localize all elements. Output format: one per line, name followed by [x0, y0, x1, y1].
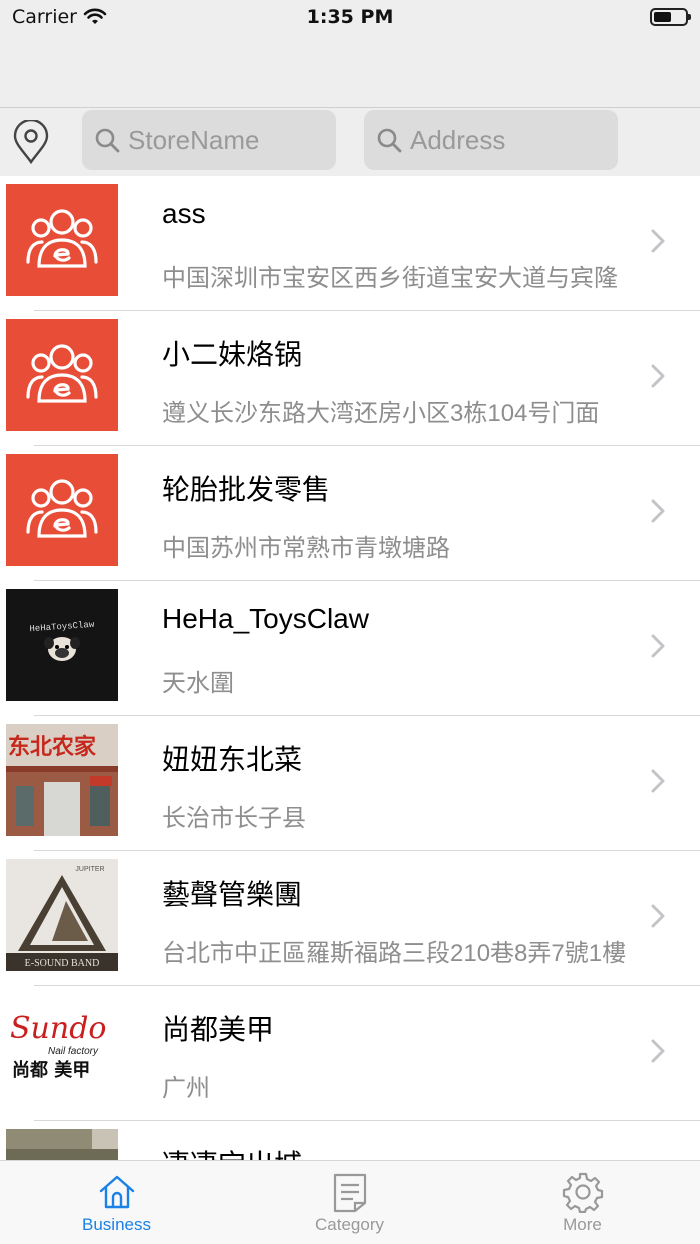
store-name: 凄凄宝出城: [162, 1143, 302, 1160]
list-item[interactable]: 小二妹烙锅 遵义长沙东路大湾还房小区3栋104号门面: [0, 311, 700, 446]
store-address: 中国苏州市常熟市青墩塘路: [162, 535, 450, 562]
store-name: 妞妞东北菜: [162, 744, 303, 775]
list-item[interactable]: 凄凄宝出城: [0, 1121, 700, 1160]
thumb-logo-text: Sundo: [10, 1011, 106, 1046]
thumb-chinese-text: 尚都 美甲: [12, 1059, 90, 1081]
store-photo: [6, 1129, 118, 1160]
list-item[interactable]: 轮胎批发零售 中国苏州市常熟市青墩塘路: [0, 446, 700, 581]
band-logo-image: JUPITER E-SOUND BAND: [6, 859, 118, 971]
store-address: 遵义长沙东路大湾还房小区3栋104号门面: [162, 400, 600, 427]
store-address: 中国深圳市宝安区西乡街道宝安大道与宾隆: [162, 265, 618, 292]
tab-more[interactable]: More: [466, 1161, 699, 1244]
store-name: 藝聲管樂團: [162, 879, 303, 910]
tab-label: Business: [82, 1215, 151, 1234]
chevron-right-icon: [651, 364, 665, 388]
tab-bar: Business Category More: [0, 1160, 700, 1244]
store-name: 尚都美甲: [162, 1014, 275, 1045]
store-address: 台北市中正區羅斯福路三段210巷8弄7號1樓: [162, 940, 627, 967]
thumb-sign-text: 东北农家: [8, 734, 97, 760]
document-icon: [333, 1173, 366, 1213]
status-time: 1:35 PM: [306, 6, 394, 28]
store-thumbnail: JUPITER E-SOUND BAND: [6, 859, 118, 971]
store-address: 广州: [162, 1075, 210, 1102]
address-input[interactable]: [410, 124, 600, 156]
battery-icon: [650, 8, 691, 26]
store-address: 天水圍: [162, 670, 234, 697]
battery-fill: [654, 12, 671, 22]
store-name: 小二妹烙锅: [162, 339, 303, 370]
address-search-field[interactable]: [364, 110, 618, 170]
default-store-logo: [6, 184, 118, 296]
store-thumbnail: HeHaToysClaw: [6, 589, 118, 701]
thumb-logo-text: E-SOUND BAND: [25, 958, 100, 969]
thumb-tagline-text: Nail factory: [48, 1046, 99, 1057]
store-name: 轮胎批发零售: [162, 474, 331, 505]
chevron-right-icon: [651, 769, 665, 793]
chevron-right-icon: [651, 1039, 665, 1063]
store-thumbnail: [6, 1129, 118, 1160]
tab-business[interactable]: Business: [0, 1161, 233, 1244]
home-icon: [99, 1175, 134, 1209]
store-search-field[interactable]: [82, 110, 336, 170]
search-icon: [95, 128, 120, 153]
navigation-bar: Carrier 1:35 PM: [0, 0, 700, 108]
tab-label: Category: [315, 1215, 384, 1234]
location-pin-icon[interactable]: [12, 120, 50, 164]
store-thumbnail: [6, 319, 118, 431]
gear-icon: [562, 1172, 603, 1213]
list-item[interactable]: HeHaToysClaw HeHa_ToysClaw 天水圍: [0, 581, 700, 716]
list-item[interactable]: Sundo Nail factory 尚都 美甲 尚都美甲 广州: [0, 986, 700, 1121]
store-thumbnail: 东北农家: [6, 724, 118, 836]
chevron-right-icon: [651, 499, 665, 523]
chevron-right-icon: [651, 904, 665, 928]
store-list: ass 中国深圳市宝安区西乡街道宝安大道与宾隆 小二妹烙锅 遵义长沙东路大湾还房…: [0, 176, 700, 1160]
store-thumbnail: Sundo Nail factory 尚都 美甲: [6, 994, 118, 1106]
store-name-input[interactable]: [128, 124, 318, 156]
list-item[interactable]: JUPITER E-SOUND BAND 藝聲管樂團 台北市中正區羅斯福路三段2…: [0, 851, 700, 986]
list-item[interactable]: 东北农家 妞妞东北菜 长治市长子县: [0, 716, 700, 851]
list-item[interactable]: ass 中国深圳市宝安区西乡街道宝安大道与宾隆: [0, 176, 700, 311]
storefront-photo: 东北农家: [6, 724, 118, 836]
tab-category[interactable]: Category: [233, 1161, 466, 1244]
store-name: HeHa_ToysClaw: [162, 603, 369, 634]
store-thumbnail: [6, 454, 118, 566]
chevron-right-icon: [651, 229, 665, 253]
chevron-right-icon: [651, 634, 665, 658]
default-store-logo: [6, 454, 118, 566]
store-address: 长治市长子县: [162, 805, 306, 832]
pug-logo-image: HeHaToysClaw: [6, 589, 118, 701]
store-name: ass: [162, 198, 206, 229]
store-thumbnail: [6, 184, 118, 296]
default-store-logo: [6, 319, 118, 431]
thumb-brand-text: JUPITER: [75, 866, 104, 873]
tab-label: More: [563, 1215, 602, 1234]
nail-logo-image: Sundo Nail factory 尚都 美甲: [6, 994, 118, 1106]
search-icon: [377, 128, 402, 153]
